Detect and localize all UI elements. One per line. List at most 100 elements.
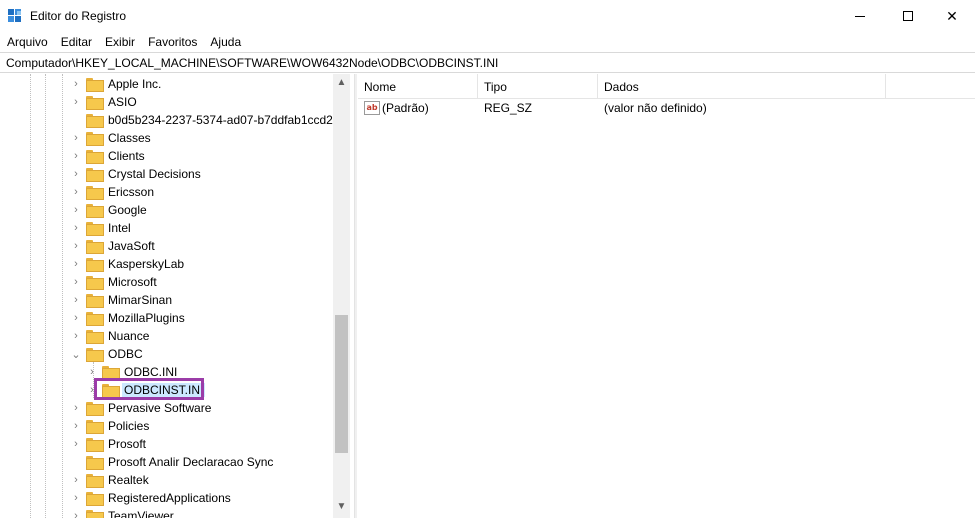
tree-item[interactable]: › Classes [70, 129, 153, 147]
folder-icon [86, 492, 104, 506]
column-header-name[interactable]: Nome [358, 74, 478, 99]
chevron-right-icon[interactable]: › [70, 150, 82, 162]
value-name: (Padrão) [382, 101, 429, 115]
tree-item[interactable]: b0d5b234-2237-5374-ad07-b7ddfab1ccd2 [70, 111, 335, 129]
chevron-right-icon[interactable]: › [70, 222, 82, 234]
tree-guide-line [30, 74, 31, 518]
scroll-thumb[interactable] [335, 315, 348, 453]
folder-icon [86, 186, 104, 200]
chevron-right-icon[interactable]: › [70, 402, 82, 414]
chevron-right-icon[interactable]: › [70, 276, 82, 288]
title-bar: Editor do Registro ✕ [0, 0, 975, 32]
menu-ajuda[interactable]: Ajuda [203, 32, 247, 52]
tree-item[interactable]: › Intel [70, 219, 133, 237]
tree-item[interactable]: › Policies [70, 417, 151, 435]
chevron-right-icon[interactable]: › [70, 510, 82, 518]
folder-icon [86, 96, 104, 110]
folder-icon [86, 330, 104, 344]
tree-item[interactable]: › Ericsson [70, 183, 156, 201]
tree-scrollbar[interactable]: ▲ ▼ [333, 74, 350, 518]
folder-icon [86, 204, 104, 218]
tree-item[interactable]: › Prosoft [70, 435, 148, 453]
menu-exibir[interactable]: Exibir [98, 32, 141, 52]
folder-icon [86, 240, 104, 254]
tree-item[interactable]: › JavaSoft [70, 237, 157, 255]
folder-icon [86, 312, 104, 326]
folder-icon [86, 78, 104, 92]
chevron-right-icon[interactable]: › [70, 204, 82, 216]
folder-icon [86, 456, 104, 470]
table-row[interactable]: ab (Padrão) REG_SZ (valor não definido) [358, 99, 975, 117]
minimize-icon [855, 15, 865, 17]
value-type: REG_SZ [484, 101, 533, 115]
tree-item[interactable]: › Nuance [70, 327, 151, 345]
registry-editor-icon [8, 9, 21, 22]
close-icon: ✕ [946, 7, 958, 24]
tree-item[interactable]: › TeamViewer [70, 507, 176, 518]
tree-guide-line [45, 74, 46, 518]
scroll-down-icon[interactable]: ▼ [333, 498, 350, 515]
maximize-icon [903, 11, 913, 21]
tree-item[interactable]: › RegisteredApplications [70, 489, 233, 507]
key-tree[interactable]: › Apple Inc. › ASIO b0d5b234-2237-5374-ad0… [0, 74, 350, 518]
chevron-right-icon[interactable]: › [70, 78, 82, 90]
chevron-right-icon[interactable]: › [70, 96, 82, 108]
chevron-right-icon[interactable]: › [70, 168, 82, 180]
tree-item[interactable]: › MimarSinan [70, 291, 174, 309]
folder-icon [86, 276, 104, 290]
column-header-data[interactable]: Dados [598, 74, 886, 99]
tree-item[interactable]: › MozillaPlugins [70, 309, 187, 327]
chevron-right-icon[interactable]: › [70, 474, 82, 486]
column-header-type[interactable]: Tipo [478, 74, 598, 99]
tree-item[interactable]: › Apple Inc. [70, 75, 163, 93]
folder-icon [86, 474, 104, 488]
folder-icon [86, 114, 104, 128]
chevron-right-icon[interactable]: › [70, 132, 82, 144]
menu-favoritos[interactable]: Favoritos [141, 32, 203, 52]
address-bar[interactable]: Computador\HKEY_LOCAL_MACHINE\SOFTWARE\W… [0, 52, 975, 73]
folder-icon [86, 132, 104, 146]
close-button[interactable]: ✕ [929, 0, 975, 32]
tree-item[interactable]: › Realtek [70, 471, 151, 489]
tree-item[interactable]: › Pervasive Software [70, 399, 213, 417]
chevron-right-icon[interactable]: › [70, 312, 82, 324]
folder-icon [86, 402, 104, 416]
minimize-button[interactable] [837, 0, 883, 32]
tree-item[interactable]: › Google [70, 201, 149, 219]
tree-item[interactable]: Prosoft Analir Declaracao Sync [70, 453, 275, 471]
pane-splitter[interactable] [354, 74, 357, 518]
folder-icon [86, 438, 104, 452]
address-path[interactable]: Computador\HKEY_LOCAL_MACHINE\SOFTWARE\W… [6, 56, 498, 70]
folder-icon [102, 366, 120, 380]
chevron-right-icon[interactable]: › [86, 366, 98, 378]
maximize-button[interactable] [885, 0, 931, 32]
folder-icon [86, 294, 104, 308]
menu-editar[interactable]: Editar [54, 32, 98, 52]
chevron-down-icon[interactable]: ⌄ [70, 348, 82, 361]
tree-item[interactable]: › Clients [70, 147, 147, 165]
menu-arquivo[interactable]: Arquivo [0, 32, 54, 52]
tree-item[interactable]: › ASIO [70, 93, 139, 111]
chevron-right-icon[interactable]: › [70, 438, 82, 450]
tree-item[interactable]: › Microsoft [70, 273, 159, 291]
chevron-right-icon[interactable]: › [70, 330, 82, 342]
chevron-right-icon[interactable]: › [70, 258, 82, 270]
string-value-icon: ab [364, 101, 380, 115]
selection-highlight-box [94, 378, 204, 400]
chevron-right-icon[interactable]: › [70, 240, 82, 252]
folder-icon [86, 348, 104, 362]
folder-icon [86, 168, 104, 182]
chevron-right-icon[interactable]: › [70, 420, 82, 432]
scroll-up-icon[interactable]: ▲ [333, 74, 350, 91]
tree-item[interactable]: › KasperskyLab [70, 255, 186, 273]
tree-item-odbc[interactable]: ⌄ ODBC [70, 345, 145, 363]
chevron-right-icon[interactable]: › [70, 492, 82, 504]
tree-item[interactable]: › Crystal Decisions [70, 165, 203, 183]
chevron-right-icon[interactable]: › [70, 186, 82, 198]
values-list[interactable]: Nome Tipo Dados ab (Padrão) REG_SZ (valo… [358, 74, 975, 518]
chevron-right-icon[interactable]: › [70, 294, 82, 306]
folder-icon [86, 510, 104, 518]
folder-icon [86, 420, 104, 434]
